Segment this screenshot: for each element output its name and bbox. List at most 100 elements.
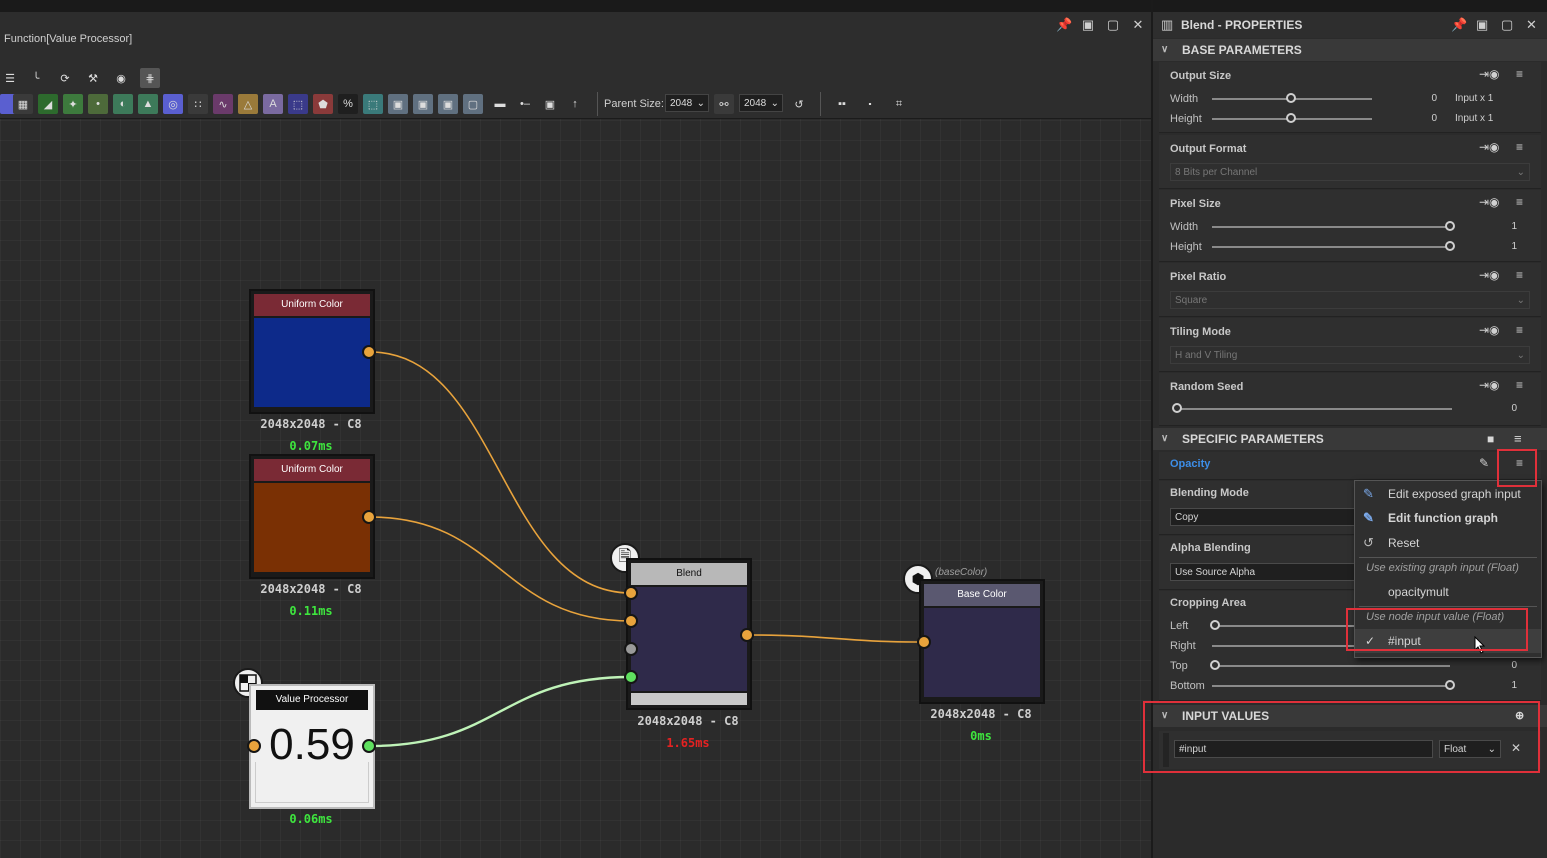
param-menu-icon[interactable]: ≡: [1516, 268, 1523, 282]
height-slider-handle[interactable]: [1286, 113, 1296, 123]
node-time: 0.11ms: [289, 604, 333, 618]
link-uniform1-blend[interactable]: [369, 351, 632, 594]
pixel-ratio-group: Pixel Ratio ⇥◉ ≡ Square ⌄: [1159, 263, 1541, 317]
uniform-color-node-1[interactable]: Uniform Color: [249, 289, 375, 414]
node-resolution: 2048x2048 - C8: [930, 707, 1032, 721]
output-port[interactable]: [362, 510, 376, 524]
blending-mode-select[interactable]: Copy: [1170, 508, 1360, 526]
link-blend-basecolor[interactable]: [746, 634, 925, 643]
menu-item-label: opacitymult: [1388, 585, 1449, 599]
edit-function-icon[interactable]: ✎: [1479, 456, 1489, 470]
float-window-icon[interactable]: ▣: [1476, 17, 1488, 33]
seed-slider-handle[interactable]: [1172, 403, 1182, 413]
node-resolution: 2048x2048 - C8: [260, 417, 362, 431]
menu-item-opacitymult[interactable]: opacitymult: [1355, 580, 1541, 604]
output-format-select[interactable]: 8 Bits per Channel ⌄: [1170, 163, 1530, 181]
param-menu-icon[interactable]: ≡: [1516, 195, 1523, 209]
tiling-mode-group: Tiling Mode ⇥◉ ≡ H and V Tiling ⌄: [1159, 318, 1541, 372]
height-value: 1: [1511, 241, 1517, 252]
output-port[interactable]: [740, 628, 754, 642]
node-time: 0.07ms: [289, 439, 333, 453]
output-format-group: Output Format ⇥◉ ≡ 8 Bits per Channel ⌄: [1159, 135, 1541, 189]
bottom-slider-handle[interactable]: [1445, 680, 1455, 690]
panel-top-strip: [1153, 0, 1547, 12]
blend-node[interactable]: Blend: [626, 558, 752, 710]
left-slider-handle[interactable]: [1210, 620, 1220, 630]
menu-item-label: Edit function graph: [1388, 511, 1498, 525]
base-color-node[interactable]: Base Color: [919, 579, 1045, 704]
opacity-port[interactable]: [624, 670, 638, 684]
height-slider-handle[interactable]: [1445, 241, 1455, 251]
select-value: Square: [1175, 295, 1208, 306]
background-port[interactable]: [624, 614, 638, 628]
chevron-down-icon: ⌄: [1516, 295, 1525, 306]
right-label: Right: [1170, 640, 1196, 652]
bottom-label: Bottom: [1170, 680, 1205, 692]
output-port[interactable]: [362, 739, 376, 753]
menu-item-label: Reset: [1388, 536, 1420, 550]
select-value: Copy: [1175, 512, 1199, 523]
preset-icon[interactable]: ■: [1487, 428, 1494, 450]
base-parameters-header[interactable]: ∨ BASE PARAMETERS: [1153, 39, 1547, 61]
width-slider-handle[interactable]: [1445, 221, 1455, 231]
expose-param-icon[interactable]: ⇥◉: [1479, 195, 1500, 209]
node-title: Value Processor: [256, 690, 368, 710]
node-preview: [254, 318, 370, 407]
expose-param-icon[interactable]: ⇥◉: [1479, 323, 1500, 337]
expose-param-icon[interactable]: ⇥◉: [1479, 268, 1500, 282]
mask-port[interactable]: [624, 642, 638, 656]
node-time: 1.65ms: [666, 736, 710, 750]
value-processor-node[interactable]: Value Processor 0.59: [249, 684, 375, 809]
width-slider-handle[interactable]: [1286, 93, 1296, 103]
highlight-box-input-values: [1143, 701, 1540, 773]
param-menu-icon[interactable]: ≡: [1516, 323, 1523, 337]
width-slider-track[interactable]: [1212, 226, 1450, 228]
pin-icon[interactable]: 📌: [1451, 17, 1467, 33]
param-menu-icon[interactable]: ≡: [1516, 378, 1523, 392]
top-slider-track[interactable]: [1212, 665, 1450, 667]
input-port[interactable]: [247, 739, 261, 753]
bottom-slider-track[interactable]: [1212, 685, 1450, 687]
expose-param-icon[interactable]: ⇥◉: [1479, 378, 1500, 392]
height-relative: Input x 1: [1455, 113, 1494, 124]
pixel-ratio-select[interactable]: Square ⌄: [1170, 291, 1530, 309]
uniform-color-node-2[interactable]: Uniform Color: [249, 454, 375, 579]
highlight-box-menu-button: [1497, 449, 1537, 487]
specific-parameters-header[interactable]: ∨ SPECIFIC PARAMETERS ■ ≡: [1153, 428, 1547, 450]
expose-param-icon[interactable]: ⇥◉: [1479, 140, 1500, 154]
chevron-down-icon: ⌄: [1516, 350, 1525, 361]
param-label: Tiling Mode: [1170, 326, 1231, 338]
input-port[interactable]: [917, 635, 931, 649]
node-resolution: 2048x2048 - C8: [260, 582, 362, 596]
foreground-port[interactable]: [624, 586, 638, 600]
edit-icon: ✎: [1363, 486, 1374, 501]
alpha-blending-select[interactable]: Use Source Alpha: [1170, 563, 1360, 581]
section-menu-icon[interactable]: ≡: [1514, 428, 1522, 450]
maximize-icon[interactable]: ▢: [1501, 17, 1513, 33]
height-slider-track[interactable]: [1212, 246, 1450, 248]
highlight-box-input-option: [1346, 608, 1528, 651]
param-menu-icon[interactable]: ≡: [1516, 140, 1523, 154]
tiling-mode-select[interactable]: H and V Tiling ⌄: [1170, 346, 1530, 364]
left-slider-track[interactable]: [1212, 625, 1362, 627]
node-time: 0ms: [970, 729, 992, 743]
output-port[interactable]: [362, 345, 376, 359]
node-frame: [255, 762, 369, 803]
link-value-blend[interactable]: [369, 675, 632, 748]
param-menu-icon[interactable]: ≡: [1516, 67, 1523, 81]
right-slider-track[interactable]: [1212, 645, 1362, 647]
menu-item-edit-function-graph[interactable]: ✎ Edit function graph: [1355, 506, 1541, 530]
link-uniform2-blend[interactable]: [369, 516, 632, 622]
width-value: 1: [1511, 221, 1517, 232]
seed-slider-track[interactable]: [1175, 408, 1452, 410]
top-value: 0: [1511, 660, 1517, 671]
top-slider-handle[interactable]: [1210, 660, 1220, 670]
node-title: Blend: [631, 563, 747, 585]
menu-section-label: Use existing graph input (Float): [1366, 562, 1519, 574]
output-identifier: (baseColor): [935, 567, 988, 578]
menu-item-reset[interactable]: ↺ Reset: [1355, 531, 1541, 555]
opacity-label[interactable]: Opacity: [1170, 458, 1210, 470]
width-value: 0: [1431, 93, 1437, 104]
close-icon[interactable]: ✕: [1526, 17, 1537, 33]
expose-param-icon[interactable]: ⇥◉: [1479, 67, 1500, 81]
